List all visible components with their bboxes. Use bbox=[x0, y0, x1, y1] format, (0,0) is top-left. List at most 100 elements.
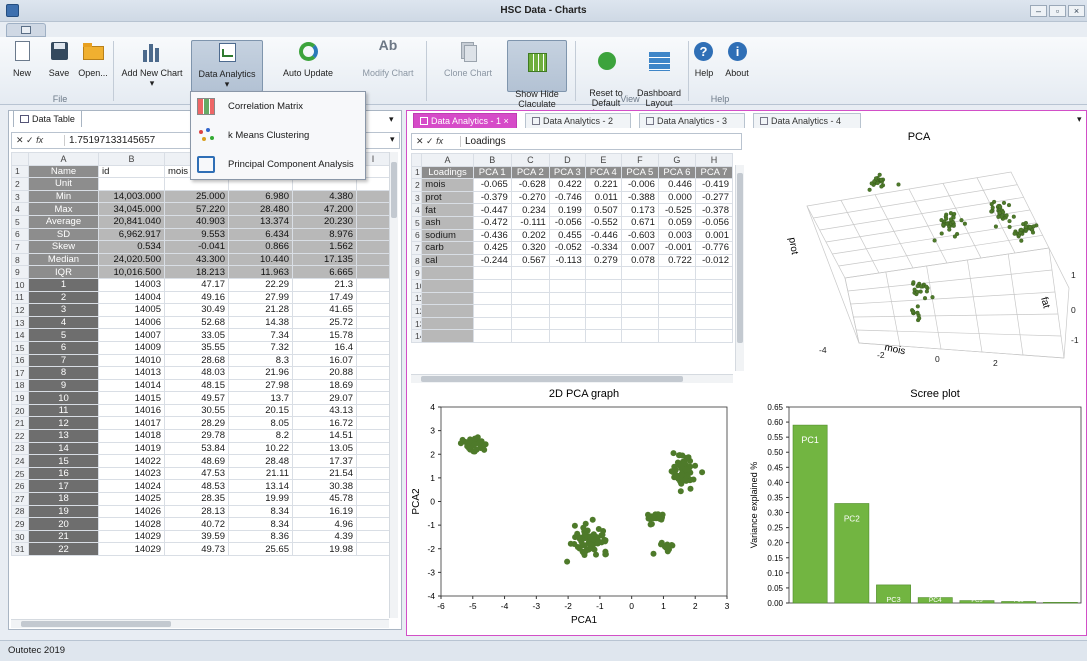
help-button[interactable]: ? Help bbox=[691, 40, 717, 78]
grid-cell[interactable]: 52.68 bbox=[164, 315, 229, 330]
grid-cell[interactable]: 0.455 bbox=[548, 228, 586, 243]
grid-cell[interactable] bbox=[356, 529, 390, 544]
save-button[interactable]: Save bbox=[42, 40, 76, 78]
grid-cell[interactable]: 10.22 bbox=[228, 441, 293, 456]
grid-cell[interactable]: 14010 bbox=[98, 353, 165, 368]
grid-cell[interactable] bbox=[356, 265, 390, 279]
loadings-header-cell[interactable]: Loadings bbox=[421, 165, 474, 180]
grid-cell[interactable]: 35.55 bbox=[164, 340, 229, 355]
grid-cell[interactable]: 0.422 bbox=[548, 178, 586, 192]
row-number[interactable]: 20 bbox=[11, 403, 29, 418]
grid-cell[interactable]: 8.36 bbox=[228, 529, 293, 544]
grid-cell[interactable] bbox=[694, 278, 734, 293]
grid-cell[interactable] bbox=[356, 416, 390, 431]
grid-cell[interactable] bbox=[356, 202, 390, 216]
grid-cell[interactable]: 10,016.500 bbox=[98, 265, 165, 279]
grid-cell[interactable] bbox=[356, 252, 390, 267]
row-number[interactable]: 29 bbox=[11, 517, 29, 531]
grid-cell[interactable]: 0.567 bbox=[510, 253, 550, 268]
grid-cell[interactable] bbox=[356, 454, 390, 468]
grid-cell[interactable]: 24,020.500 bbox=[98, 252, 165, 267]
grid-cell[interactable]: 15 bbox=[28, 454, 99, 468]
grid-cell[interactable]: 4 bbox=[28, 315, 99, 330]
loadings-vscroll[interactable] bbox=[735, 165, 744, 371]
row-number[interactable]: 18 bbox=[11, 378, 29, 393]
grid-cell[interactable]: 14,003.000 bbox=[98, 189, 165, 204]
grid-cell[interactable]: 18.69 bbox=[292, 378, 357, 393]
grid-cell[interactable]: 7.32 bbox=[228, 340, 293, 355]
grid-cell[interactable]: 6.665 bbox=[292, 265, 357, 279]
analytics-formula-controls[interactable]: ✕ ✓ fx bbox=[416, 136, 443, 147]
grid-cell[interactable] bbox=[584, 278, 622, 293]
select-all-corner[interactable] bbox=[11, 152, 29, 166]
grid-cell[interactable]: -0.746 bbox=[548, 190, 586, 205]
grid-cell[interactable]: 28.13 bbox=[164, 504, 229, 519]
grid-cell[interactable]: 28.480 bbox=[228, 202, 293, 216]
grid-cell[interactable]: 0.078 bbox=[620, 253, 659, 268]
close-tab-icon[interactable]: × bbox=[501, 116, 509, 126]
grid-cell[interactable]: Median bbox=[28, 252, 99, 267]
grid-cell[interactable]: -0.378 bbox=[694, 203, 734, 217]
grid-cell[interactable]: 14007 bbox=[98, 328, 165, 342]
loadings-header-cell[interactable]: PCA 1 bbox=[472, 165, 512, 180]
panel-menu-arrow-icon[interactable]: ▾ bbox=[389, 114, 394, 125]
grid-cell[interactable] bbox=[356, 403, 390, 418]
grid-cell[interactable]: 49.16 bbox=[164, 290, 229, 305]
formula-dropdown-icon[interactable]: ▾ bbox=[390, 134, 395, 145]
grid-cell[interactable] bbox=[620, 316, 659, 331]
grid-cell[interactable]: 8 bbox=[28, 366, 99, 380]
grid-cell[interactable]: 10.440 bbox=[228, 252, 293, 267]
grid-cell[interactable] bbox=[356, 340, 390, 355]
grid-cell[interactable]: 0.001 bbox=[694, 228, 734, 243]
grid-cell[interactable]: 30.49 bbox=[164, 303, 229, 317]
grid-cell[interactable]: 21.54 bbox=[292, 466, 357, 481]
loadings-header-cell[interactable]: PCA 6 bbox=[657, 165, 696, 180]
grid-cell[interactable]: 45.78 bbox=[292, 492, 357, 506]
grid-cell[interactable]: 0.866 bbox=[228, 240, 293, 254]
grid-cell[interactable]: -0.056 bbox=[694, 215, 734, 230]
grid-cell[interactable]: 14023 bbox=[98, 466, 165, 481]
grid-cell[interactable]: 0.007 bbox=[620, 241, 659, 255]
app-menu-button[interactable] bbox=[6, 23, 46, 37]
grid-cell[interactable] bbox=[356, 441, 390, 456]
grid-cell[interactable]: 5 bbox=[28, 328, 99, 342]
grid-cell[interactable]: 14016 bbox=[98, 403, 165, 418]
grid-cell[interactable]: 27.99 bbox=[228, 290, 293, 305]
grid-cell[interactable] bbox=[548, 278, 586, 293]
data-grid-vscroll[interactable] bbox=[389, 152, 398, 618]
show-hide-calculate-rows-button[interactable]: Show Hide Claculate Rows bbox=[507, 40, 567, 119]
column-header[interactable]: F bbox=[620, 153, 659, 167]
add-new-chart-button[interactable]: Add New Chart ▾ bbox=[120, 40, 184, 88]
grid-cell[interactable]: 0.671 bbox=[620, 215, 659, 230]
row-number[interactable]: 11 bbox=[410, 291, 423, 306]
grid-cell[interactable]: 34,045.000 bbox=[98, 202, 165, 216]
grid-cell[interactable]: 11 bbox=[28, 403, 99, 418]
grid-cell[interactable] bbox=[472, 304, 512, 318]
grid-cell[interactable]: 0.003 bbox=[657, 228, 696, 243]
grid-cell[interactable]: 9.553 bbox=[164, 227, 229, 242]
grid-cell[interactable]: 0.507 bbox=[584, 203, 622, 217]
grid-cell[interactable]: 8.2 bbox=[228, 429, 293, 443]
grid-cell[interactable]: 14.51 bbox=[292, 429, 357, 443]
loadings-header-cell[interactable]: PCA 4 bbox=[584, 165, 622, 180]
grid-cell[interactable] bbox=[657, 278, 696, 293]
column-header[interactable]: D bbox=[548, 153, 586, 167]
row-number[interactable]: 27 bbox=[11, 492, 29, 506]
row-number[interactable]: 30 bbox=[11, 529, 29, 544]
grid-cell[interactable]: 7.34 bbox=[228, 328, 293, 342]
grid-cell[interactable]: 14019 bbox=[98, 441, 165, 456]
grid-cell[interactable] bbox=[510, 291, 550, 306]
variable-name[interactable] bbox=[421, 304, 474, 318]
grid-cell[interactable]: 12 bbox=[28, 416, 99, 431]
grid-cell[interactable] bbox=[356, 466, 390, 481]
grid-cell[interactable] bbox=[620, 304, 659, 318]
grid-cell[interactable]: 14005 bbox=[98, 303, 165, 317]
grid-cell[interactable]: 6 bbox=[28, 340, 99, 355]
grid-cell[interactable]: 13.14 bbox=[228, 479, 293, 494]
grid-cell[interactable]: 4.39 bbox=[292, 529, 357, 544]
grid-cell[interactable]: 29.78 bbox=[164, 429, 229, 443]
grid-cell[interactable]: 14009 bbox=[98, 340, 165, 355]
grid-cell[interactable]: 39.59 bbox=[164, 529, 229, 544]
close-button[interactable]: × bbox=[1068, 5, 1085, 17]
grid-cell[interactable]: -0.056 bbox=[548, 215, 586, 230]
